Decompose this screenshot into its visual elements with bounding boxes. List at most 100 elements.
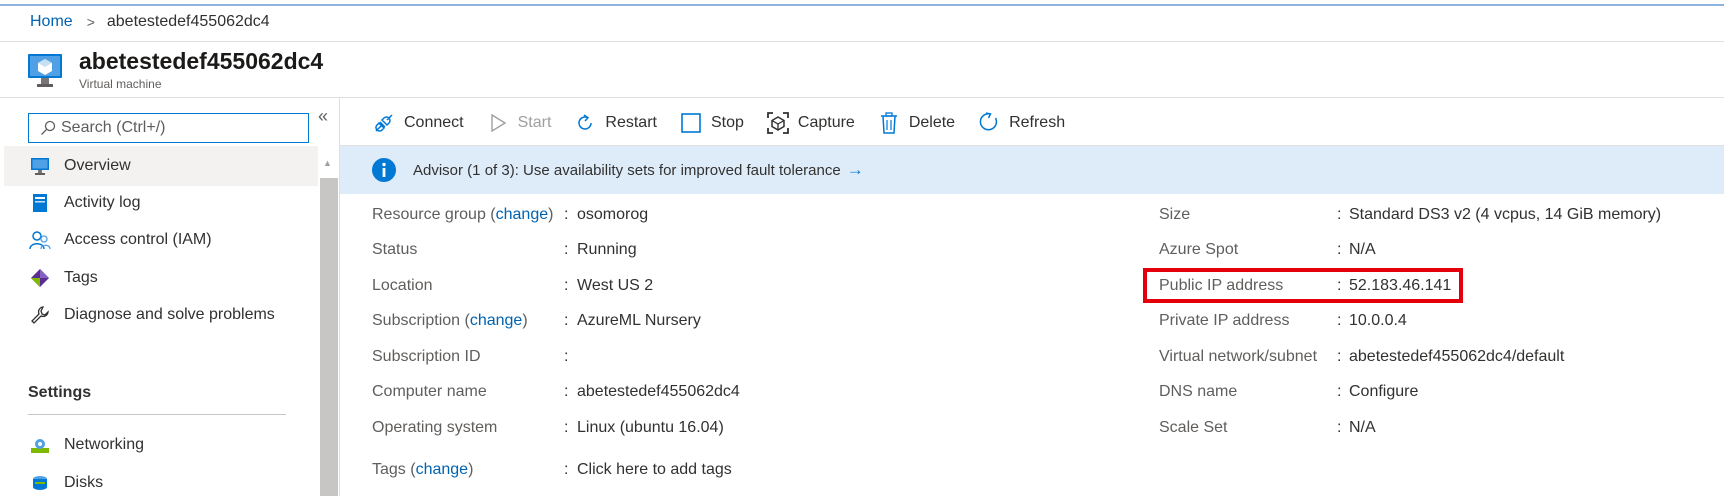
- property-label: Tags (change): [372, 461, 474, 478]
- change-resource-group-link[interactable]: change: [496, 206, 549, 223]
- property-label: Size: [1159, 206, 1191, 223]
- delete-button[interactable]: Delete: [877, 111, 955, 135]
- stop-label: Stop: [710, 114, 744, 131]
- people-icon: [28, 228, 52, 252]
- collapse-sidebar-button[interactable]: «: [318, 106, 328, 127]
- search-input[interactable]: [61, 119, 301, 137]
- property-colon: :: [564, 419, 569, 436]
- virtual-network-link[interactable]: abetestedef455062dc4/default: [1349, 348, 1564, 366]
- stop-button[interactable]: Stop: [679, 111, 744, 135]
- property-colon: :: [564, 241, 569, 258]
- start-label: Start: [517, 114, 552, 131]
- refresh-icon: [977, 111, 1001, 135]
- stop-icon: [679, 111, 703, 135]
- scroll-up-arrow-icon[interactable]: ▲: [323, 158, 332, 168]
- scrollbar-thumb[interactable]: [320, 178, 338, 496]
- property-colon: :: [564, 383, 569, 400]
- search-icon: [35, 114, 61, 142]
- wrench-icon: [28, 303, 52, 327]
- change-tags-link[interactable]: change: [416, 461, 469, 478]
- change-subscription-link[interactable]: change: [470, 312, 523, 329]
- breadcrumb-divider: [0, 41, 1724, 42]
- play-icon: [486, 111, 510, 135]
- disks-icon: [28, 471, 52, 495]
- arrow-right-icon[interactable]: →: [847, 160, 864, 180]
- capture-button[interactable]: Capture: [766, 111, 855, 135]
- delete-label: Delete: [908, 114, 956, 131]
- property-colon: :: [564, 348, 569, 365]
- property-label: Subscription (change): [372, 312, 528, 329]
- operating-system-value: Linux (ubuntu 16.04): [577, 419, 724, 436]
- resource-group-link[interactable]: osomorog: [577, 206, 648, 224]
- property-colon: :: [1337, 312, 1342, 329]
- info-icon: [371, 157, 397, 183]
- property-label: Azure Spot: [1159, 241, 1239, 258]
- property-colon: :: [564, 461, 569, 478]
- sidebar-item-overview[interactable]: Overview: [4, 146, 318, 186]
- breadcrumb: Home > abetestedef455062dc4: [30, 13, 270, 31]
- refresh-button[interactable]: Refresh: [977, 111, 1065, 135]
- public-ip-highlight-box: [1143, 268, 1463, 303]
- refresh-label: Refresh: [1009, 114, 1066, 131]
- property-label: Location: [372, 277, 433, 294]
- azure-spot-value: N/A: [1349, 241, 1376, 258]
- sidebar: « Overview Activity log Access control (…: [0, 98, 340, 496]
- property-label: Status: [372, 241, 418, 258]
- restart-icon: [573, 111, 597, 135]
- property-colon: :: [1337, 419, 1342, 436]
- property-label: Resource group (change): [372, 206, 554, 223]
- settings-section-header: Settings: [28, 384, 92, 401]
- breadcrumb-separator: >: [86, 14, 95, 30]
- sidebar-item-label: Overview: [64, 157, 131, 174]
- property-colon: :: [1337, 206, 1342, 223]
- sidebar-item-networking[interactable]: Networking: [4, 425, 318, 465]
- sidebar-item-access-control[interactable]: Access control (IAM): [4, 220, 318, 260]
- property-colon: :: [1337, 348, 1342, 365]
- property-label: Operating system: [372, 419, 498, 436]
- start-button[interactable]: Start: [486, 111, 552, 135]
- plug-icon: [372, 111, 396, 135]
- connect-button[interactable]: Connect: [372, 111, 464, 135]
- sidebar-item-disks[interactable]: Disks: [4, 463, 318, 496]
- sidebar-item-label: Activity log: [64, 194, 141, 211]
- property-colon: :: [1337, 383, 1342, 400]
- property-label: Private IP address: [1159, 312, 1290, 329]
- sidebar-item-tags[interactable]: Tags: [4, 258, 318, 298]
- page-subtitle: Virtual machine: [79, 77, 162, 91]
- dns-configure-link[interactable]: Configure: [1349, 383, 1418, 401]
- command-bar: Connect Start Restart Stop Capture Delet…: [372, 110, 1087, 136]
- property-label: Subscription ID: [372, 348, 481, 365]
- computer-name-value: abetestedef455062dc4: [577, 383, 740, 400]
- restart-label: Restart: [605, 114, 657, 131]
- breadcrumb-current: abetestedef455062dc4: [106, 13, 270, 30]
- restart-button[interactable]: Restart: [573, 111, 657, 135]
- property-label: DNS name: [1159, 383, 1238, 400]
- search-box: [28, 113, 309, 143]
- advisor-banner[interactable]: Advisor (1 of 3): Use availability sets …: [340, 146, 1724, 194]
- activity-log-icon: [28, 191, 52, 215]
- property-colon: :: [564, 277, 569, 294]
- size-value: Standard DS3 v2 (4 vcpus, 14 GiB memory): [1349, 206, 1662, 223]
- sidebar-item-label: Access control (IAM): [64, 231, 212, 248]
- subscription-link[interactable]: AzureML Nursery: [577, 312, 701, 330]
- sidebar-item-label: Diagnose and solve problems: [64, 306, 275, 323]
- tag-icon: [28, 266, 52, 290]
- advisor-text[interactable]: Advisor (1 of 3): Use availability sets …: [413, 162, 841, 179]
- private-ip-value: 10.0.0.4: [1349, 312, 1407, 329]
- virtual-machine-icon: [28, 52, 64, 90]
- breadcrumb-home-link[interactable]: Home: [30, 13, 73, 31]
- connect-label: Connect: [404, 114, 464, 131]
- trash-icon: [877, 111, 901, 135]
- property-colon: :: [1337, 241, 1342, 258]
- property-label: Virtual network/subnet: [1159, 348, 1318, 365]
- location-value: West US 2: [577, 277, 654, 294]
- add-tags-link[interactable]: Click here to add tags: [577, 461, 732, 479]
- capture-label: Capture: [797, 114, 855, 131]
- sidebar-item-activity-log[interactable]: Activity log: [4, 183, 318, 223]
- page-title: abetestedef455062dc4: [79, 48, 324, 74]
- sidebar-item-label: Tags: [64, 269, 98, 286]
- sidebar-scrollbar[interactable]: ▲: [318, 158, 338, 496]
- sidebar-item-diagnose[interactable]: Diagnose and solve problems: [4, 295, 318, 335]
- property-colon: :: [564, 206, 569, 223]
- property-colon: :: [564, 312, 569, 329]
